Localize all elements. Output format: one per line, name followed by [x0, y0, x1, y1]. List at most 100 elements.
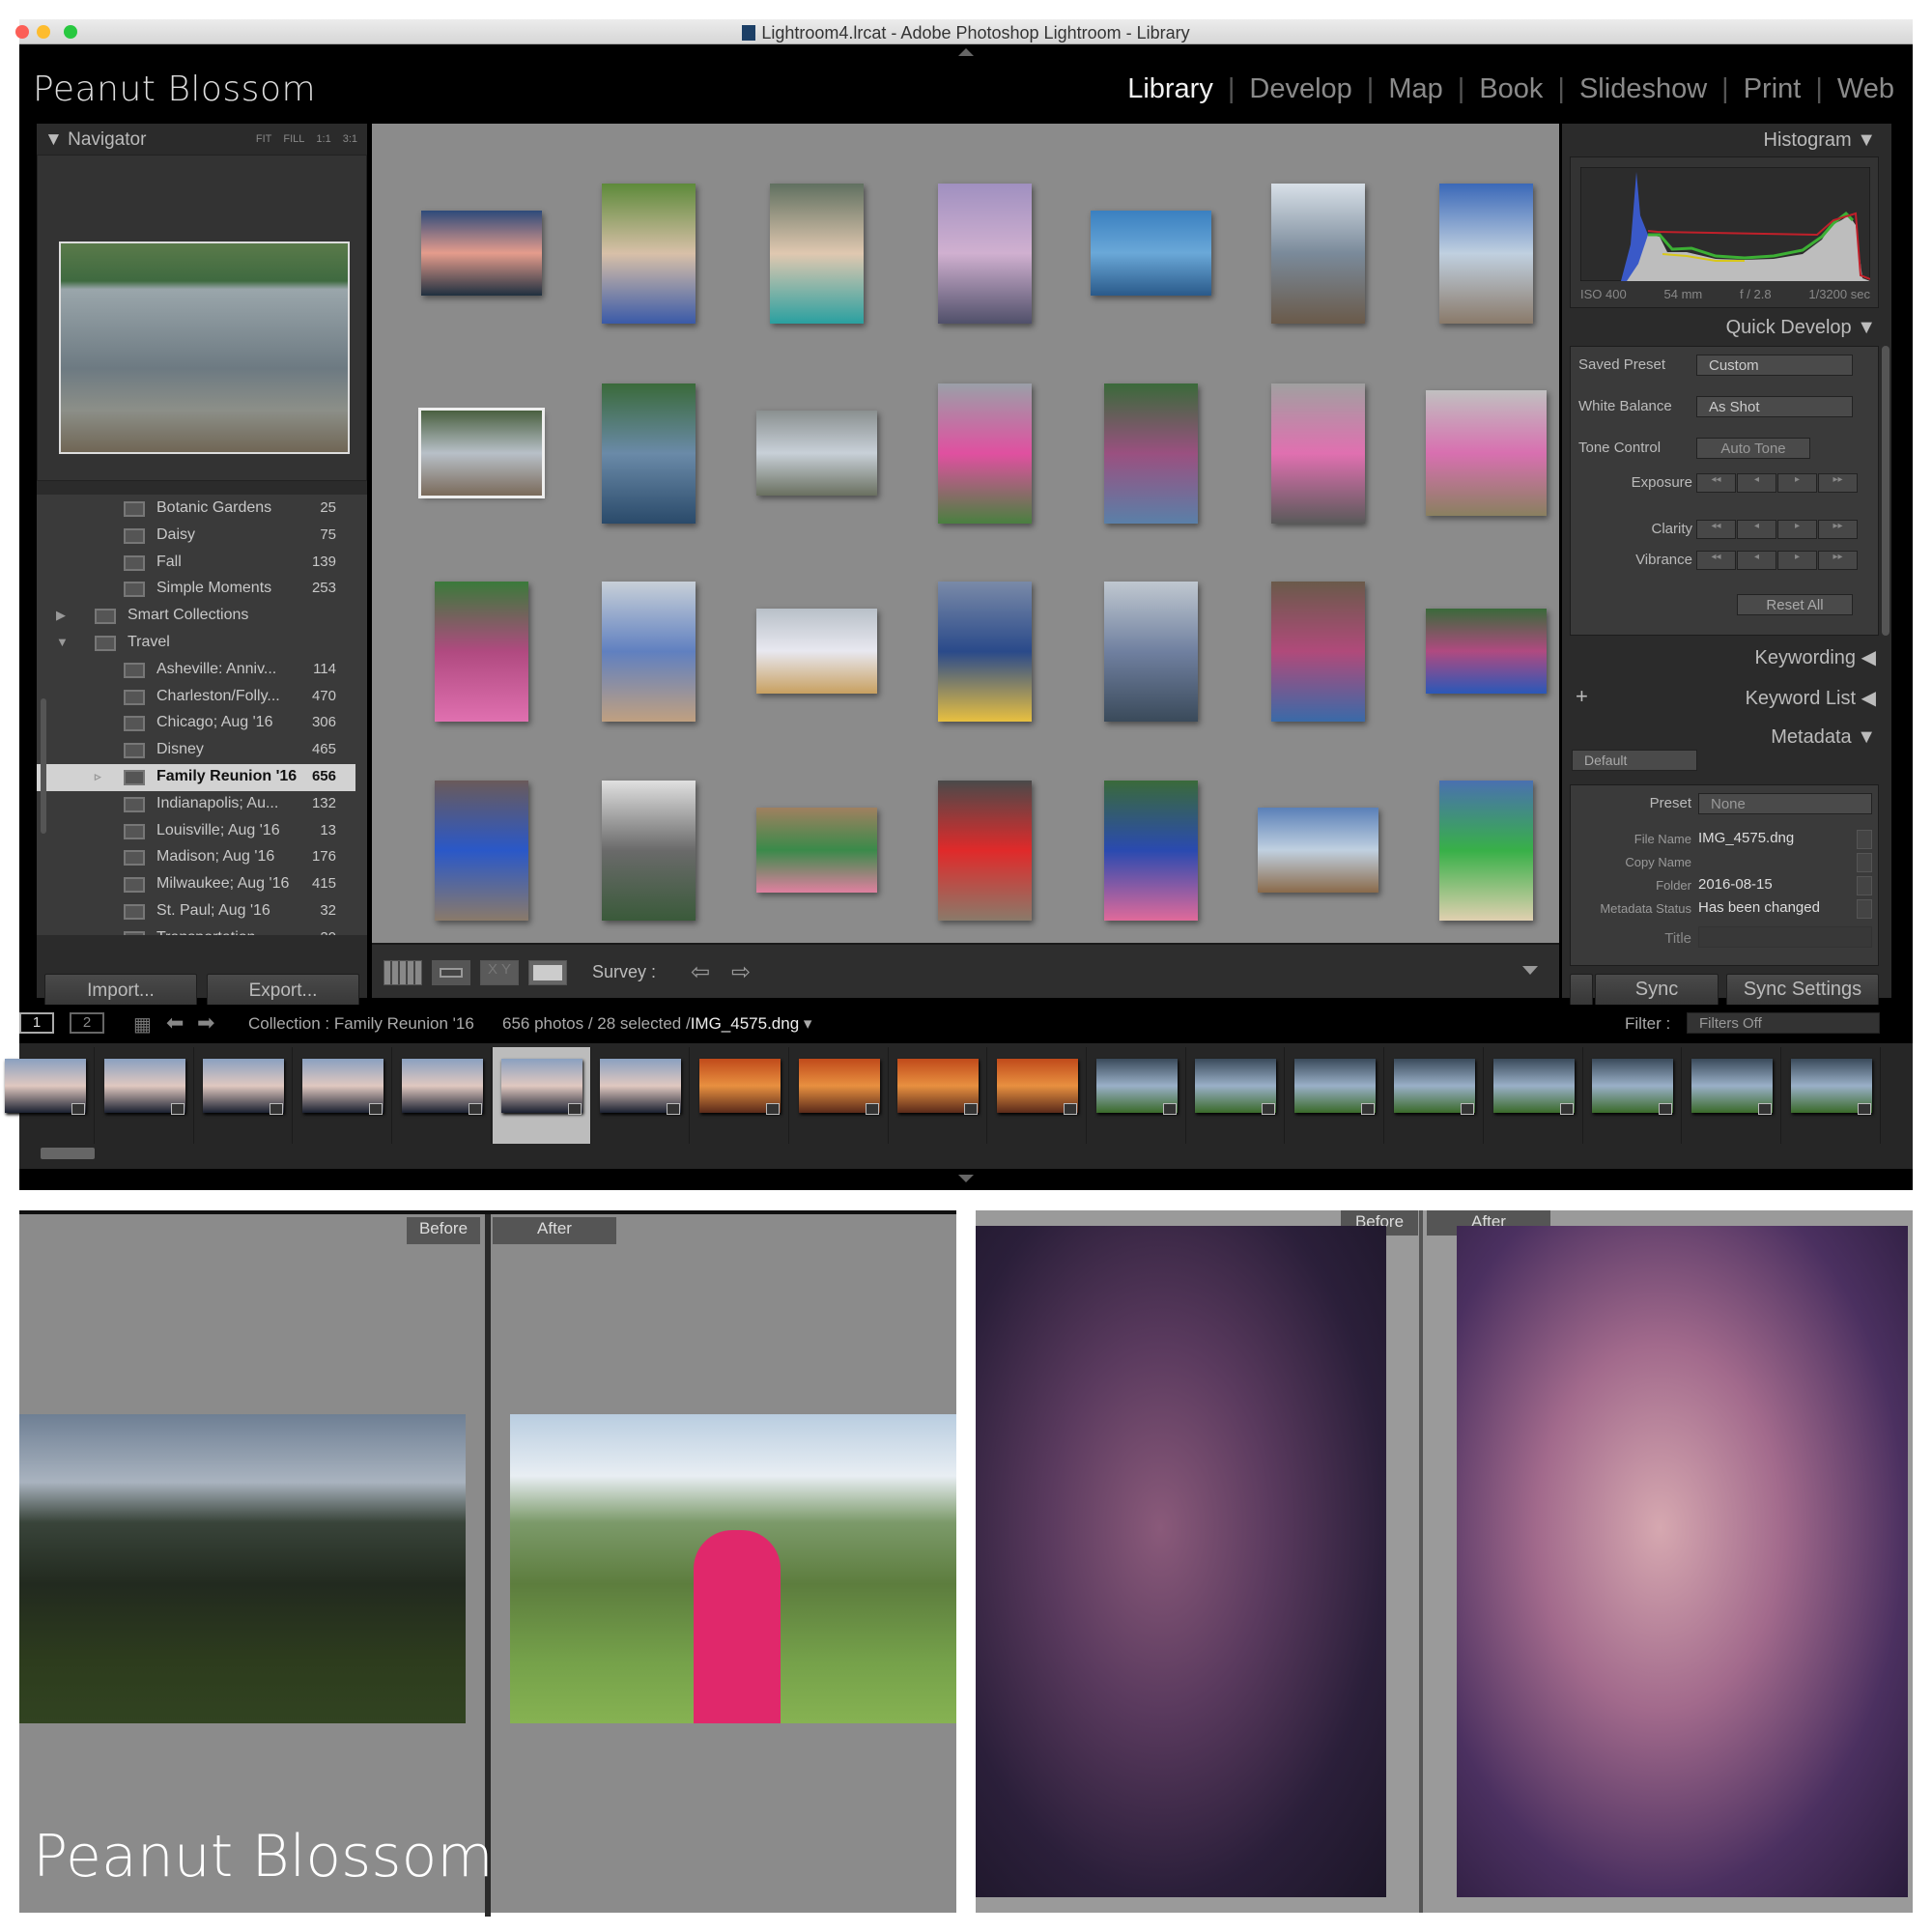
survey-view-icon[interactable] [528, 960, 567, 985]
photo-thumbnail[interactable] [1103, 780, 1198, 921]
photo-thumbnail[interactable] [601, 183, 696, 324]
photo-thumbnail[interactable] [417, 408, 545, 498]
collection-item[interactable]: Disney 465 [37, 737, 355, 764]
compare-view-icon[interactable]: X Y [480, 960, 519, 985]
main-window-button[interactable]: 1 [19, 1012, 54, 1034]
filmstrip-cell[interactable] [790, 1047, 889, 1144]
filmstrip-cell[interactable] [1385, 1047, 1484, 1144]
module-library[interactable]: Library [1113, 73, 1228, 105]
filmstrip-cell[interactable] [1583, 1047, 1683, 1144]
collapse-top-panel-icon[interactable] [958, 48, 974, 56]
photo-thumbnail[interactable] [937, 183, 1032, 324]
toolbar-menu-icon[interactable] [1522, 966, 1538, 975]
collection-item[interactable]: ▼ Travel [37, 630, 355, 657]
photo-thumbnail[interactable] [1425, 609, 1547, 694]
photo-thumbnail[interactable] [434, 780, 528, 921]
filmstrip-cell[interactable] [96, 1047, 194, 1144]
loupe-view-icon[interactable] [432, 960, 470, 985]
filmstrip-cell[interactable] [988, 1047, 1087, 1144]
photo-thumbnail[interactable] [769, 183, 864, 324]
photo-thumbnail[interactable] [1270, 581, 1365, 722]
collapsed-triangle-icon[interactable]: ▶ [56, 608, 66, 623]
comparison-divider[interactable] [1419, 1210, 1423, 1913]
photo-thumbnail[interactable] [1438, 183, 1533, 324]
navigator-header[interactable]: ▼ Navigator [44, 129, 146, 151]
metadata-header[interactable]: Metadata ▼ [1771, 726, 1876, 749]
collection-item[interactable]: St. Paul; Aug '16 32 [37, 898, 355, 925]
module-book[interactable]: Book [1464, 73, 1557, 105]
metadata-preset-select[interactable]: None [1698, 793, 1872, 814]
collection-item[interactable]: Botanic Gardens 25 [37, 496, 355, 523]
photo-thumbnail[interactable] [937, 581, 1032, 722]
filmstrip-cell[interactable] [194, 1047, 294, 1144]
back-arrow-icon[interactable]: ⬅ [166, 1010, 184, 1036]
metadata-action-icon[interactable] [1857, 830, 1872, 849]
filmstrip-cell[interactable] [1782, 1047, 1881, 1144]
photo-thumbnail[interactable] [434, 581, 528, 722]
title-field[interactable] [1698, 926, 1872, 948]
export-button[interactable]: Export... [207, 974, 359, 1009]
photo-count[interactable]: 656 photos / 28 selected /IMG_4575.dng ▾ [502, 1014, 811, 1034]
collection-item[interactable]: Asheville: Anniv... 114 [37, 657, 355, 684]
collapse-filmstrip-icon[interactable] [958, 1175, 974, 1182]
sync-button[interactable]: Sync [1595, 974, 1719, 1007]
module-web[interactable]: Web [1823, 73, 1909, 105]
filmstrip-cell[interactable] [1186, 1047, 1286, 1144]
vibrance-stepper[interactable]: ◂◂ ◂ ▸ ▸▸ [1696, 551, 1859, 570]
navigator-preview-image[interactable] [59, 242, 350, 454]
exposure-stepper[interactable]: ◂◂ ◂ ▸ ▸▸ [1696, 473, 1859, 493]
photo-thumbnail[interactable] [1090, 211, 1211, 296]
collection-item[interactable]: Louisville; Aug '16 13 [37, 818, 355, 845]
navigator-zoom-fill[interactable]: FILL [283, 133, 304, 145]
white-balance-select[interactable]: As Shot [1696, 396, 1853, 417]
quick-develop-header[interactable]: Quick Develop ▼ [1726, 317, 1876, 339]
saved-preset-select[interactable]: Custom [1696, 355, 1853, 376]
filmstrip-cell[interactable] [591, 1047, 691, 1144]
collection-item[interactable]: ▶ Smart Collections [37, 603, 355, 630]
grid-icon[interactable]: ▦ [133, 1012, 152, 1037]
previous-arrow-icon[interactable]: ⇦ [691, 958, 710, 986]
collection-item[interactable]: Milwaukee; Aug '16 415 [37, 871, 355, 898]
navigator-zoom-1-1[interactable]: 1:1 [316, 133, 330, 145]
metadata-action-icon[interactable] [1857, 853, 1872, 872]
collection-item[interactable]: Chicago; Aug '16 306 [37, 710, 355, 737]
forward-arrow-icon[interactable]: ➡ [197, 1010, 214, 1036]
module-develop[interactable]: Develop [1235, 73, 1366, 105]
right-panel-scrollbar[interactable] [1882, 346, 1889, 636]
collection-item[interactable]: Fall 139 [37, 550, 355, 577]
photo-thumbnail[interactable] [601, 383, 696, 524]
module-slideshow[interactable]: Slideshow [1565, 73, 1721, 105]
photo-thumbnail[interactable] [937, 383, 1032, 524]
photo-thumbnail[interactable] [420, 211, 542, 296]
secondary-window-button[interactable]: 2 [70, 1012, 104, 1034]
metadata-view-select[interactable]: Default [1572, 750, 1697, 771]
module-print[interactable]: Print [1729, 73, 1816, 105]
auto-tone-button[interactable]: Auto Tone [1696, 438, 1810, 459]
photo-thumbnail[interactable] [601, 581, 696, 722]
filmstrip-cell[interactable] [1683, 1047, 1781, 1144]
grid-view-icon[interactable] [384, 960, 422, 985]
photo-thumbnail[interactable] [1270, 383, 1365, 524]
collection-item[interactable]: Daisy 75 [37, 523, 355, 550]
import-button[interactable]: Import... [44, 974, 197, 1009]
filmstrip-cell[interactable] [393, 1047, 492, 1144]
metadata-field-value[interactable] [1698, 853, 1853, 872]
add-keyword-button[interactable]: + [1576, 684, 1588, 709]
metadata-action-icon[interactable] [1857, 899, 1872, 919]
photo-thumbnail[interactable] [1257, 808, 1378, 893]
navigator-zoom-fit[interactable]: FIT [256, 133, 272, 145]
filmstrip-cell[interactable] [1286, 1047, 1385, 1144]
collection-item[interactable]: Transportation 20 [37, 925, 355, 935]
expanded-triangle-icon[interactable]: ▼ [56, 635, 69, 649]
filter-select[interactable]: Filters Off [1687, 1012, 1880, 1034]
comparison-divider[interactable] [485, 1214, 491, 1917]
keyword-list-header[interactable]: Keyword List ◀ [1746, 686, 1876, 710]
filmstrip-cell[interactable] [691, 1047, 789, 1144]
photo-thumbnail[interactable] [755, 808, 877, 893]
photo-thumbnail[interactable] [755, 411, 877, 496]
collection-item[interactable]: Indianapolis; Au... 132 [37, 791, 355, 818]
filmstrip-scrollbar[interactable] [41, 1148, 95, 1159]
navigator-zoom-3-1[interactable]: 3:1 [343, 133, 357, 145]
sync-settings-button[interactable]: Sync Settings [1726, 974, 1879, 1007]
collection-item[interactable]: ▹ Family Reunion '16 656 [37, 764, 355, 791]
